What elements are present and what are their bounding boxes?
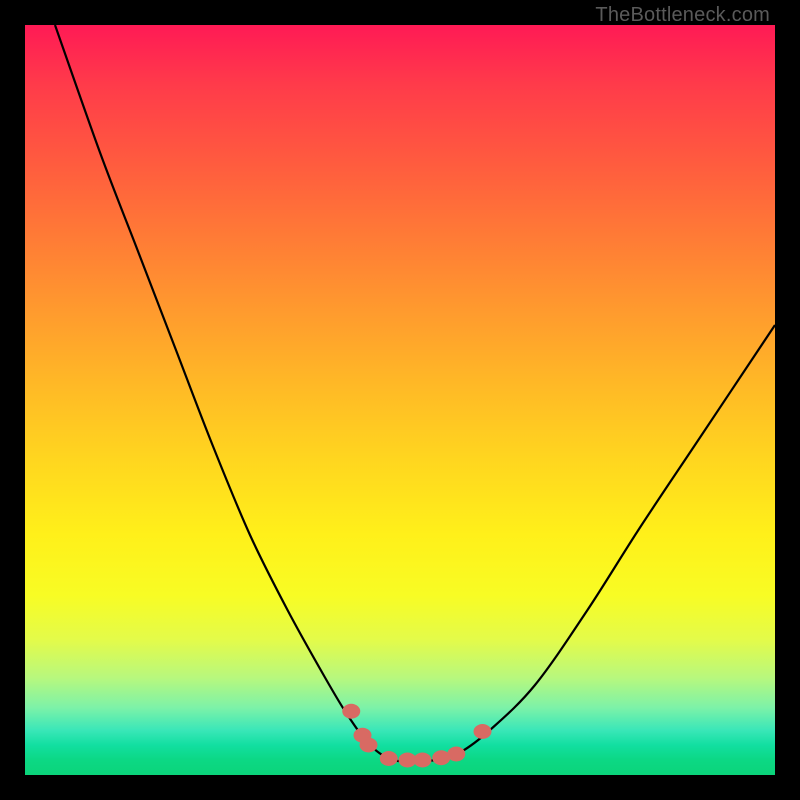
bottleneck-curve-path	[55, 25, 775, 761]
chart-plot-area	[25, 25, 775, 775]
curve-marker	[380, 751, 398, 766]
bottleneck-curve-svg	[25, 25, 775, 775]
watermark-text: TheBottleneck.com	[595, 4, 770, 27]
curve-marker	[474, 724, 492, 739]
curve-marker	[447, 747, 465, 762]
curve-marker	[342, 704, 360, 719]
curve-marker	[414, 753, 432, 768]
curve-markers	[342, 704, 491, 768]
curve-marker	[360, 738, 378, 753]
